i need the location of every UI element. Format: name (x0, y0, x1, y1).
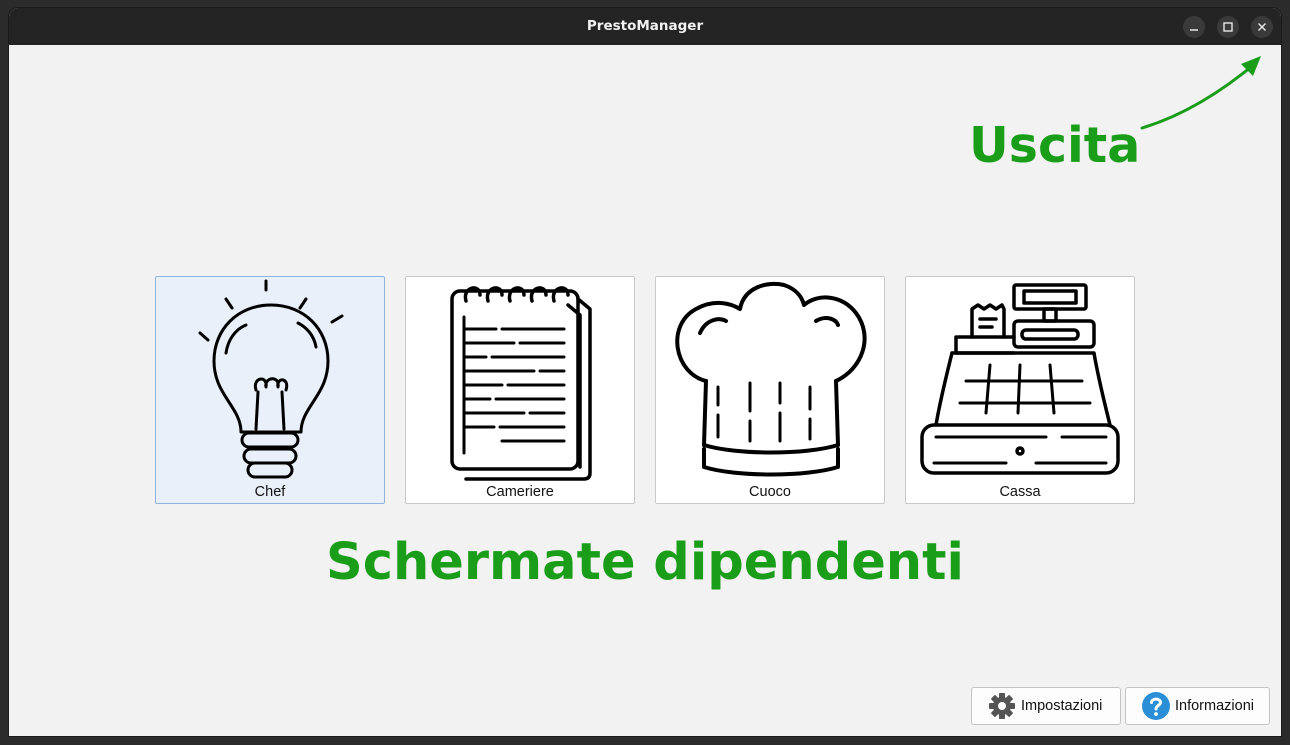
maximize-icon (1223, 22, 1233, 32)
tile-chef[interactable]: Chef (155, 276, 385, 504)
info-button[interactable]: Informazioni (1125, 687, 1270, 725)
title-bar[interactable]: PrestoManager (9, 8, 1281, 45)
minimize-icon (1190, 29, 1198, 31)
minimize-button[interactable] (1183, 16, 1205, 38)
tile-label-chef: Chef (254, 484, 286, 500)
settings-button-label: Impostazioni (1021, 698, 1103, 714)
close-button[interactable] (1251, 16, 1273, 38)
cash-register-icon (920, 283, 1120, 475)
tile-label-cuoco: Cuoco (749, 484, 791, 500)
tile-cameriere[interactable]: Cameriere (405, 276, 635, 504)
window-title: PrestoManager (586, 18, 704, 34)
app-window: PrestoManager Uscita Chef Cameriere Cuoc… (9, 8, 1281, 736)
screens-annotation: Schermate dipendenti (326, 533, 964, 592)
exit-arrow-icon (1140, 56, 1261, 130)
settings-button[interactable]: Impostazioni (971, 687, 1121, 725)
tile-label-cassa: Cassa (999, 484, 1041, 500)
tile-label-cameriere: Cameriere (486, 484, 554, 500)
maximize-button[interactable] (1217, 16, 1239, 38)
close-icon (1258, 23, 1266, 31)
tile-cuoco[interactable]: Cuoco (655, 276, 885, 504)
info-button-label: Informazioni (1175, 698, 1254, 714)
notepad-icon (450, 286, 592, 481)
tile-cassa[interactable]: Cassa (905, 276, 1135, 504)
gear-icon (989, 693, 1015, 719)
help-icon (1142, 692, 1170, 720)
chef-hat-icon (675, 281, 867, 477)
exit-annotation: Uscita (969, 117, 1141, 174)
lightbulb-icon (198, 279, 344, 479)
